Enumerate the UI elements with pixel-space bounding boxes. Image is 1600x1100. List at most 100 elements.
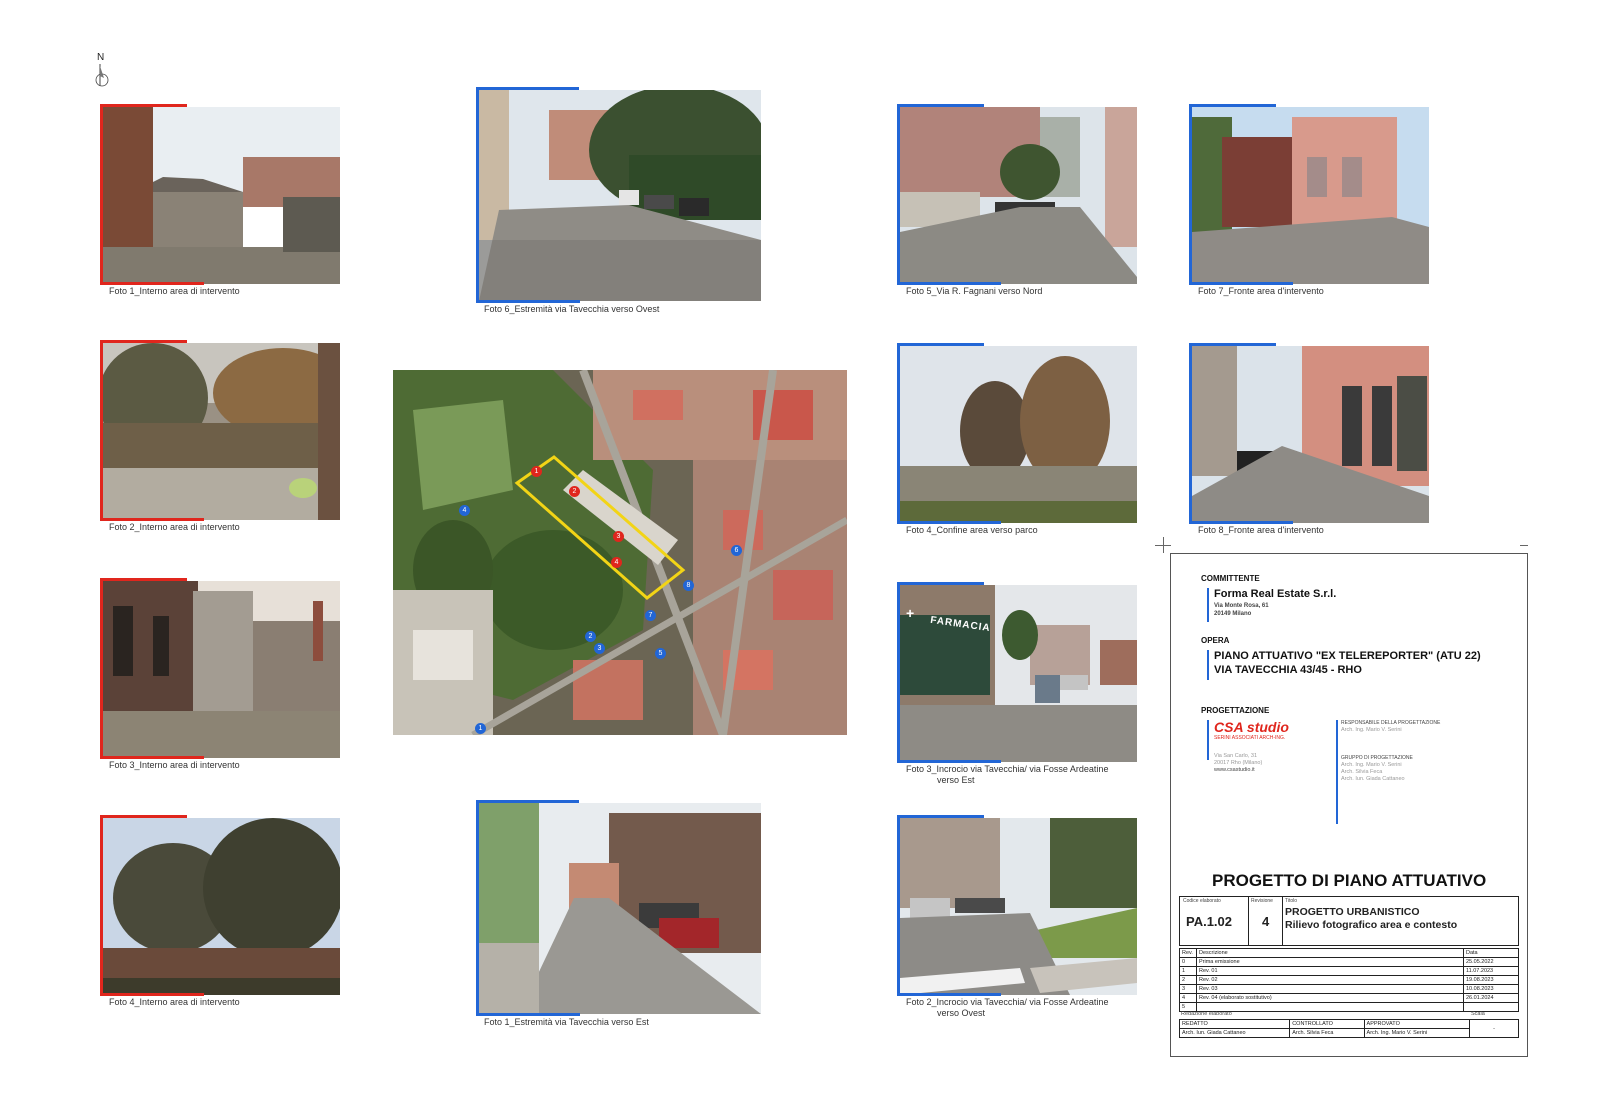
table-cell: 10.08.2023 <box>1463 984 1519 994</box>
studio-logo: CSA studio <box>1214 719 1289 735</box>
frame-corner <box>100 104 187 282</box>
main-title: PROGETTO DI PIANO ATTUATIVO <box>1212 871 1487 890</box>
studio-address-2: 20017 Rho (Milano) <box>1214 760 1263 766</box>
table-cell: 19.08.2023 <box>1463 975 1519 985</box>
frame-corner <box>897 582 984 760</box>
table-cell: Arch. Ing. Mario V. Serini <box>1363 1028 1471 1038</box>
table-row: 2 Rev. 02 19.08.2023 <box>1179 975 1519 985</box>
frame-bottom <box>897 521 1001 524</box>
caption-foto2-incrocio-line1: Foto 2_Incrocio via Tavecchia/ via Fosse… <box>906 997 1109 1007</box>
titolo-label: Titolo <box>1285 898 1298 904</box>
table-cell: Arch. Silvia Feca <box>1289 1028 1365 1038</box>
marker-blue-8: 8 <box>683 580 694 591</box>
marker-blue-7: 7 <box>645 610 656 621</box>
gruppo-member-2: Arch. Silvia Feca <box>1341 769 1383 775</box>
frame-bottom <box>100 756 204 759</box>
table-cell: 3 <box>1179 984 1197 994</box>
approvals-table: REDATTO CONTROLLATO APPROVATO - Arch. Iu… <box>1178 1019 1519 1038</box>
studio-website: www.csastudio.it <box>1214 767 1255 773</box>
scala-label: Scala <box>1471 1011 1485 1017</box>
table-header-cell: Rev. <box>1179 948 1197 958</box>
opera-label: OPERA <box>1201 636 1230 645</box>
table-row: 0 Prima emissione 25.05.2022 <box>1179 957 1519 967</box>
frame-bottom <box>100 518 204 521</box>
frame-bottom <box>100 282 204 285</box>
table-header-row: REDATTO CONTROLLATO APPROVATO - <box>1178 1019 1519 1038</box>
committente-label: COMMITTENTE <box>1201 574 1260 583</box>
marker-blue-5: 5 <box>655 648 666 659</box>
titolo-line-2: Rilievo fotografico area e contesto <box>1285 919 1458 931</box>
frame-bottom <box>897 760 1001 763</box>
caption-foto8-fronte: Foto 8_Fronte area d'intervento <box>1198 525 1324 535</box>
caption-foto5-fagnani: Foto 5_Via R. Fagnani verso Nord <box>906 286 1043 296</box>
frame-bottom <box>100 993 204 996</box>
table-cell: Rev. 03 <box>1196 984 1464 994</box>
frame-bottom <box>1189 282 1293 285</box>
table-cell <box>1196 1002 1464 1012</box>
redazione-label: Redazione elaborato <box>1181 1011 1232 1017</box>
caption-foto3-incrocio-line2: verso Est <box>937 775 975 785</box>
frame-bottom <box>476 300 580 303</box>
table-cell: Arch. Iun. Giada Cattaneo <box>1178 1028 1291 1038</box>
table-header-cell: Descrizione <box>1196 948 1464 958</box>
table-cell: Rev. 02 <box>1196 975 1464 985</box>
codice-box: Codice elaborato PA.1.02 Revisione 4 Tit… <box>1179 896 1519 946</box>
studio-address-1: Via San Carlo, 31 <box>1214 753 1258 759</box>
responsabile-name: Arch. Ing. Mario V. Serini <box>1341 727 1402 733</box>
marker-blue-6: 6 <box>731 545 742 556</box>
responsabile-label: RESPONSABILE DELLA PROGETTAZIONE <box>1341 720 1441 726</box>
caption-foto2-interno: Foto 2_Interno area di intervento <box>109 522 240 532</box>
table-row: Arch. Iun. Giada Cattaneo Arch. Silvia F… <box>1178 1028 1519 1038</box>
table-row: 1 Rev. 01 11.07.2023 <box>1179 966 1519 976</box>
marker-red-1: 1 <box>531 466 542 477</box>
frame-bottom <box>1189 521 1293 524</box>
table-cell: 2 <box>1179 975 1197 985</box>
caption-foto3-incrocio-line1: Foto 3_Incrocio via Tavecchia/ via Fosse… <box>906 764 1109 774</box>
table-cell: 1 <box>1179 966 1197 976</box>
table-cell: - <box>1469 1019 1519 1038</box>
north-label: N <box>97 52 105 63</box>
frame-corner <box>897 343 984 521</box>
committente-address-2: 20149 Milano <box>1214 611 1252 617</box>
divider <box>1282 897 1283 945</box>
opera-line-2: VIA TAVECCHIA 43/45 - RHO <box>1214 664 1362 676</box>
opera-line-1: PIANO ATTUATIVO "EX TELEREPORTER" (ATU 2… <box>1214 650 1481 662</box>
frame-corner <box>1189 343 1276 521</box>
marker-blue-2: 2 <box>585 631 596 642</box>
codice-label: Codice elaborato <box>1183 898 1221 904</box>
frame-corner <box>897 104 984 282</box>
revisions-table: Rev. Descrizione Data 0 Prima emissione … <box>1179 948 1519 1012</box>
frame-bottom <box>897 282 1001 285</box>
accent-bar <box>1207 650 1209 680</box>
table-cell: 0 <box>1179 957 1197 967</box>
accent-bar <box>1207 588 1209 622</box>
caption-foto4-interno: Foto 4_Interno area di intervento <box>109 997 240 1007</box>
frame-corner <box>100 815 187 993</box>
crop-mark <box>1520 545 1528 546</box>
table-row: 3 Rev. 03 10.08.2023 <box>1179 984 1519 994</box>
codice-value: PA.1.02 <box>1186 914 1233 929</box>
marker-blue-1: 1 <box>475 723 486 734</box>
frame-corner <box>476 800 579 1014</box>
frame-bottom <box>476 1013 580 1016</box>
title-block: COMMITTENTE Forma Real Estate S.r.l. Via… <box>1170 553 1528 1057</box>
aerial-map: 1 2 3 4 1 2 3 4 5 6 7 8 <box>393 370 847 735</box>
committente-name: Forma Real Estate S.r.l. <box>1214 588 1337 600</box>
table-header-cell: REDATTO <box>1178 1019 1291 1029</box>
table-header-cell: APPROVATO <box>1363 1019 1471 1029</box>
table-row: 4 Rev. 04 (elaborato sostitutivo) 26.01.… <box>1179 993 1519 1003</box>
marker-blue-3: 3 <box>594 643 605 654</box>
table-header-cell: CONTROLLATO <box>1289 1019 1365 1029</box>
caption-foto1-estremita: Foto 1_Estremità via Tavecchia verso Est <box>484 1017 649 1027</box>
frame-corner <box>476 87 579 301</box>
marker-blue-4: 4 <box>459 505 470 516</box>
table-cell: 4 <box>1179 993 1197 1003</box>
accent-bar <box>1207 720 1209 760</box>
frame-bottom <box>897 993 1001 996</box>
caption-foto7-fronte: Foto 7_Fronte area d'intervento <box>1198 286 1324 296</box>
caption-foto6-estremita: Foto 6_Estremità via Tavecchia verso Ove… <box>484 304 660 314</box>
committente-address-1: Via Monte Rosa, 61 <box>1214 603 1269 609</box>
frame-corner <box>100 340 187 518</box>
marker-red-4: 4 <box>611 557 622 568</box>
studio-subtitle: SERINI ASSOCIATI ARCH-ING. <box>1214 735 1286 741</box>
